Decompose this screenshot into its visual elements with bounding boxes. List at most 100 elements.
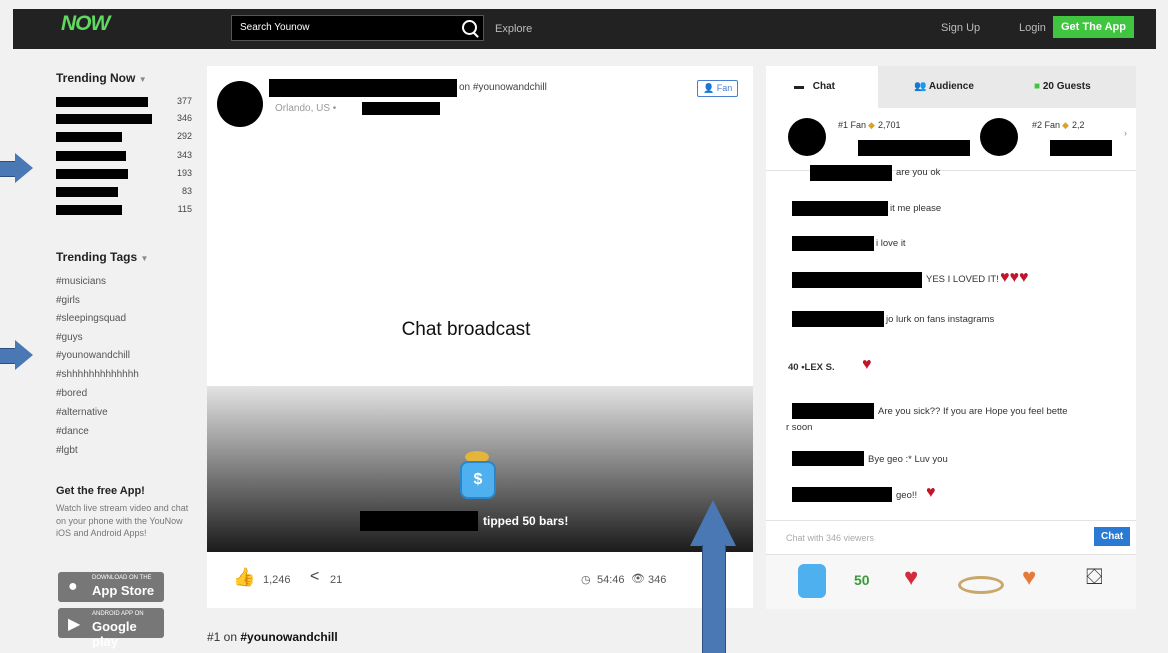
rank-text: #1 on	[207, 630, 238, 644]
redacted-username	[56, 187, 118, 197]
tag-link[interactable]: #musicians	[56, 276, 106, 287]
tag-link[interactable]: #lgbt	[56, 445, 78, 456]
fan-avatar[interactable]	[788, 118, 826, 156]
trending-count: 377	[176, 96, 192, 106]
redacted-username	[56, 169, 128, 179]
search-placeholder: Search Younow	[240, 22, 310, 33]
trending-count: 292	[176, 131, 192, 141]
redacted-username	[56, 132, 122, 142]
chat-send-button[interactable]: Chat	[1094, 527, 1131, 546]
broadcast-location: Orlando, US •	[275, 103, 337, 114]
chat-message: Bye geo :* Luv you	[868, 454, 948, 465]
redacted-fan-name	[1050, 140, 1112, 156]
redacted-chat-user	[810, 165, 892, 181]
rank-tag[interactable]: #younowandchill	[240, 630, 337, 644]
tag-link[interactable]: #dance	[56, 426, 89, 437]
eye-icon: 👁	[631, 573, 645, 585]
search-icon[interactable]	[462, 20, 477, 35]
gift-bar: 50 ♥ ♥ ⛋	[766, 554, 1136, 609]
redacted-tipper-name	[360, 511, 478, 531]
video-player[interactable]: Chat broadcast $ tipped 50 bars!	[207, 149, 753, 552]
trending-count: 343	[176, 150, 192, 160]
redacted-chat-user	[792, 236, 874, 251]
tag-link[interactable]: #alternative	[56, 407, 108, 418]
tab-chat-label: Chat	[812, 81, 836, 92]
younow-logo[interactable]: NOW	[61, 12, 110, 36]
video-camera-icon: ■	[1034, 81, 1041, 92]
gift-box-icon[interactable]: ⛋	[1086, 564, 1106, 598]
broadcast-tag-text: on #younowandchill	[459, 82, 547, 93]
chat-message: Are you sick?? If you are Hope you feel …	[878, 406, 1068, 417]
redacted-chat-user	[792, 201, 888, 216]
share-count: 21	[330, 574, 343, 586]
thumbs-up-50-gift-icon[interactable]: 50	[850, 564, 884, 598]
caret-down-icon[interactable]: ▼	[140, 254, 148, 263]
top-fans-bar: #1 Fan ◆ 2,701 #2 Fan ◆ 2,2 ›	[766, 108, 1136, 171]
bars-jar-icon: $	[460, 461, 496, 499]
heart-hands-gift-icon[interactable]: ♥	[1022, 564, 1062, 598]
redacted-username	[56, 97, 148, 107]
trending-count: 193	[176, 168, 192, 178]
login-link[interactable]: Login	[1019, 22, 1046, 34]
broadcast-duration: 54:46	[597, 574, 625, 586]
broadcaster-avatar[interactable]	[217, 81, 263, 127]
chat-message: are you ok	[896, 167, 941, 178]
share-icon[interactable]: <	[310, 568, 319, 586]
chat-message: i love it	[876, 238, 906, 249]
tab-chat[interactable]: ▬ Chat	[766, 66, 878, 108]
signup-link[interactable]: Sign Up	[941, 22, 980, 34]
fan-button[interactable]: 👤 Fan	[697, 80, 739, 97]
chevron-right-icon[interactable]: ›	[1124, 128, 1127, 138]
trending-tags-heading[interactable]: Trending Tags ▼	[56, 250, 148, 264]
add-user-icon: 👤	[703, 83, 715, 93]
trending-now-heading[interactable]: Trending Now ▼	[56, 71, 147, 85]
chat-message: YES I LOVED IT!	[926, 274, 999, 285]
app-store-label: App Store	[92, 583, 155, 598]
heart-emoji: ♥	[926, 484, 936, 501]
chat-input[interactable]: Chat with 346 viewers	[786, 533, 874, 543]
app-store-small-text: Download on the	[92, 575, 152, 581]
ring-gift-icon[interactable]	[956, 564, 1004, 598]
hearts-emoji: ♥♥♥	[1000, 269, 1029, 286]
get-app-button[interactable]: Get The App	[1053, 16, 1134, 38]
caret-down-icon[interactable]: ▼	[139, 75, 147, 84]
tag-link[interactable]: #bored	[56, 388, 87, 399]
redacted-chat-user	[792, 311, 884, 327]
viewer-count: 346	[648, 574, 667, 586]
bars-jar-gift-icon[interactable]	[798, 564, 826, 598]
heart-mail-gift-icon[interactable]: ♥	[904, 564, 944, 598]
chat-tabs: ▬ Chat 👥 Audience ■ 20 Guests	[766, 66, 1136, 108]
fan-avatar[interactable]	[980, 118, 1018, 156]
tab-guests[interactable]: ■ 20 Guests	[1034, 66, 1091, 108]
explore-link[interactable]: Explore	[495, 23, 532, 35]
promo-text: Watch live stream video and chat on your…	[56, 503, 189, 538]
tab-audience[interactable]: 👥 Audience	[914, 66, 974, 108]
fan-button-label: Fan	[716, 83, 733, 93]
tip-notification: tipped 50 bars!	[483, 514, 569, 528]
redacted-broadcaster-name	[269, 79, 457, 97]
search-input[interactable]: Search Younow	[231, 15, 484, 41]
redacted-handle	[362, 102, 440, 115]
google-play-small-text: Android app on	[92, 611, 144, 617]
chat-message: 40 •LEX S.	[788, 362, 835, 373]
chat-broadcast-label: Chat broadcast	[350, 307, 582, 353]
tag-link[interactable]: #girls	[56, 295, 80, 306]
trending-now-title: Trending Now	[56, 71, 136, 85]
tag-link[interactable]: #younowandchill	[56, 350, 130, 361]
play-icon: ▶	[68, 616, 81, 633]
redacted-fan-name	[858, 140, 970, 156]
chat-message-continued: r soon	[786, 422, 813, 433]
tag-link[interactable]: #guys	[56, 332, 83, 343]
annotation-arrow-up	[690, 500, 736, 653]
trending-tags-title: Trending Tags	[56, 250, 138, 264]
tag-link[interactable]: #sleepingsquad	[56, 313, 126, 324]
thumbs-up-icon[interactable]: 👍	[233, 567, 255, 588]
app-store-button[interactable]: ● Download on the App Store	[58, 572, 164, 602]
google-play-button[interactable]: ▶ Android app on Google play	[58, 608, 164, 649]
chat-input-bar: Chat with 346 viewers Chat	[766, 520, 1136, 555]
annotation-arrow-right	[0, 340, 34, 370]
broadcast-rank: #1 on #younowandchill	[207, 630, 338, 644]
trending-count: 346	[176, 113, 192, 123]
tag-link[interactable]: #shhhhhhhhhhhhh	[56, 369, 139, 380]
tab-audience-label: Audience	[928, 81, 974, 92]
